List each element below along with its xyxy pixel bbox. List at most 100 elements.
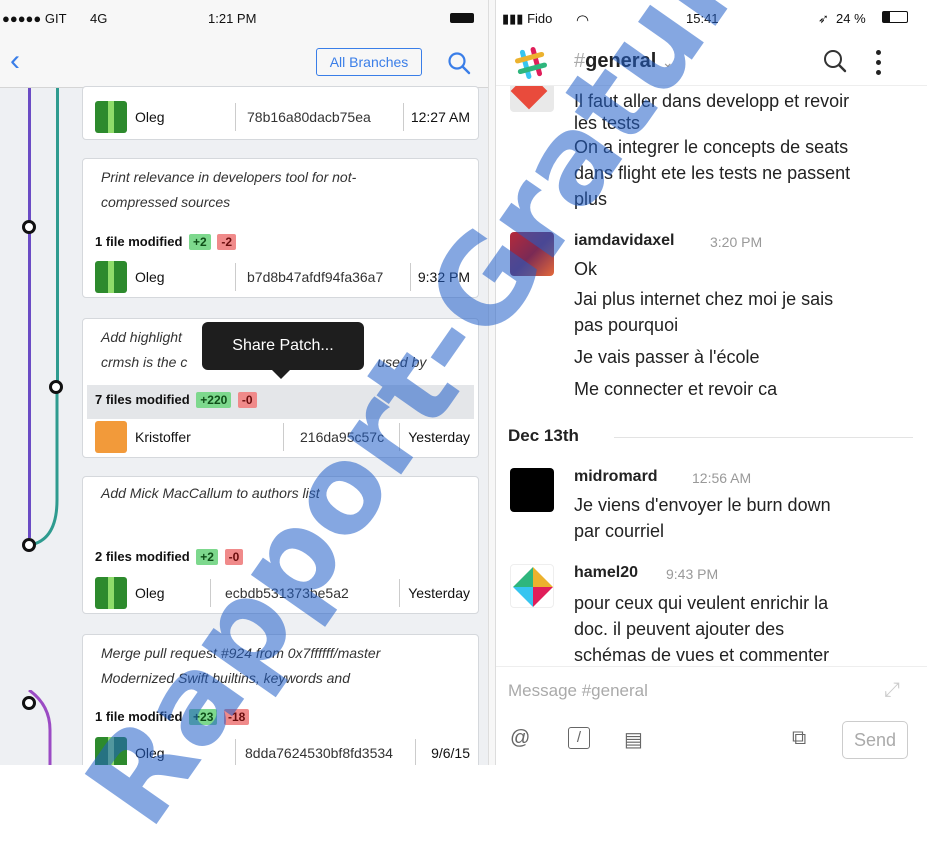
commit-message-line: Add Mick MacCallum to authors list — [101, 485, 320, 501]
avatar — [95, 737, 127, 765]
commit-time: Yesterday — [408, 429, 470, 445]
message-text: Je vais passer à l'école — [574, 347, 760, 367]
clock-label: 15:41 — [686, 11, 719, 26]
send-button[interactable]: Send — [842, 721, 908, 759]
channel-name: general — [585, 50, 657, 72]
message-text: schémas de vues et commenter — [574, 645, 830, 665]
commit-message: Print relevance in developers tool for n… — [101, 165, 356, 215]
commit-message-line: Modernized Swift builtins, keywords and — [101, 670, 351, 686]
slash-command-icon[interactable]: / — [568, 727, 590, 749]
lines-removed-badge: -0 — [237, 392, 257, 408]
message-time: 3:20 PM — [710, 234, 763, 250]
lines-added-badge: +2 — [196, 549, 218, 565]
commit-sha: 78b16a80dacb75ea — [247, 109, 371, 125]
commit-card[interactable]: Merge pull request #924 from 0x7ffffff/m… — [82, 634, 479, 765]
avatar — [510, 468, 554, 512]
wifi-icon: ◠ — [576, 12, 590, 29]
username[interactable]: midromard — [574, 468, 658, 486]
separator — [415, 739, 416, 765]
message-text: Je viens d'envoyer le burn down — [574, 495, 831, 515]
message-text: dans flight ete les tests ne passent — [574, 163, 851, 183]
username[interactable]: iamdavidaxel — [574, 232, 675, 250]
graph-merge-curve — [29, 380, 59, 547]
author-row: Oleg 78b16a80dacb75ea 12:27 AM — [95, 99, 470, 135]
search-icon[interactable] — [822, 48, 848, 74]
lines-added-badge: +220 — [196, 392, 232, 408]
avatar — [95, 577, 127, 609]
location-icon: ➶ — [818, 11, 829, 26]
files-modified: 1 file modified +2 -2 — [95, 234, 237, 250]
clock-label: 1:21 PM — [208, 11, 257, 26]
separator — [235, 739, 236, 765]
message-time: 9:43 PM — [666, 566, 719, 582]
message-text: plus — [574, 189, 608, 209]
search-icon[interactable] — [446, 50, 472, 76]
message-input[interactable]: Message #general — [508, 681, 648, 701]
commit-time: 12:27 AM — [410, 109, 470, 125]
lines-added-badge: +23 — [189, 709, 218, 725]
files-modified-label: 1 file modified — [95, 709, 183, 724]
commit-message: Add Mick MacCallum to authors list — [101, 481, 320, 506]
day-divider-line — [614, 437, 913, 438]
graph-node — [22, 538, 36, 552]
channel-title[interactable]: #general ⌄ — [574, 50, 674, 73]
author-name: Kristoffer — [135, 429, 191, 445]
files-modified: 7 files modified +220 -0 — [95, 392, 257, 408]
commit-card[interactable]: Add Mick MacCallum to authors list 2 fil… — [82, 476, 479, 614]
commit-card[interactable]: Print relevance in developers tool for n… — [82, 158, 479, 298]
image-upload-icon[interactable]: ⧉ — [792, 727, 806, 750]
separator — [235, 103, 236, 131]
graph-node — [22, 220, 36, 234]
avatar — [510, 86, 554, 112]
message-text: doc. il peuvent ajouter des — [574, 619, 785, 639]
share-patch-menu-item[interactable]: Share Patch... — [202, 322, 364, 370]
message-text: pour ceux qui veulent enrichir la — [574, 593, 829, 613]
slack-logo-icon[interactable] — [514, 46, 548, 80]
graph-node — [22, 696, 36, 710]
message-text: Jai plus internet chez moi je sais — [574, 289, 834, 309]
message-text: pas pourquoi — [574, 315, 679, 335]
message-text: par courriel — [574, 521, 665, 541]
git-client-screen: ●●●●● GIT 4G 1:21 PM ‹ All Branches Oleg — [0, 0, 488, 765]
carrier-label: ▮▮▮ Fido — [502, 11, 553, 26]
expand-icon[interactable]: ⤢ — [884, 679, 906, 701]
snippet-icon[interactable]: ▤ — [624, 727, 643, 752]
channel-header: #general ⌄ — [496, 36, 927, 86]
commit-card[interactable]: Oleg 78b16a80dacb75ea 12:27 AM — [82, 86, 479, 140]
author-row: Oleg 8dda7624530bf8fd3534 9/6/15 — [95, 735, 470, 765]
message-text: On a integrer le concepts de seats — [574, 137, 849, 157]
files-modified-label: 7 files modified — [95, 392, 190, 407]
author-row: Kristoffer 216da95c57c Yesterday — [95, 419, 470, 455]
files-modified-label: 2 files modified — [95, 549, 190, 564]
tooltip-arrow — [272, 370, 290, 379]
commit-sha: ecbdb531373be5a2 — [225, 585, 349, 601]
commit-message-line: compressed sources — [101, 194, 231, 210]
more-options-icon[interactable] — [876, 50, 882, 80]
author-name: Oleg — [135, 745, 165, 761]
all-branches-button[interactable]: All Branches — [316, 48, 422, 76]
message-text: les tests — [574, 113, 641, 133]
commit-sha: b7d8b47afdf94fa36a7 — [247, 269, 384, 285]
chevron-left-icon[interactable]: ‹ — [10, 46, 20, 76]
commit-message-line: Print relevance in developers tool for n… — [101, 169, 357, 185]
separator — [210, 579, 211, 607]
avatar — [95, 101, 127, 133]
separator — [403, 103, 404, 131]
commit-message: Merge pull request #924 from 0x7ffffff/m… — [101, 641, 380, 691]
mention-icon[interactable]: @ — [510, 727, 530, 750]
lines-added-badge: +2 — [189, 234, 211, 250]
graph-branch-line — [56, 88, 59, 383]
avatar — [95, 261, 127, 293]
files-modified: 2 files modified +2 -0 — [95, 549, 244, 565]
author-name: Oleg — [135, 109, 165, 125]
avatar — [510, 232, 554, 276]
battery-icon — [450, 13, 474, 23]
username[interactable]: hamel20 — [574, 564, 638, 582]
commit-time: 9:32 PM — [417, 269, 470, 285]
status-bar: ●●●●● GIT 4G 1:21 PM — [0, 0, 488, 36]
separator — [283, 423, 284, 451]
lines-removed-badge: -0 — [224, 549, 244, 565]
author-name: Oleg — [135, 269, 165, 285]
message-list[interactable]: Il faut aller dans developp et revoir le… — [496, 86, 927, 666]
lines-removed-badge: -2 — [217, 234, 237, 250]
